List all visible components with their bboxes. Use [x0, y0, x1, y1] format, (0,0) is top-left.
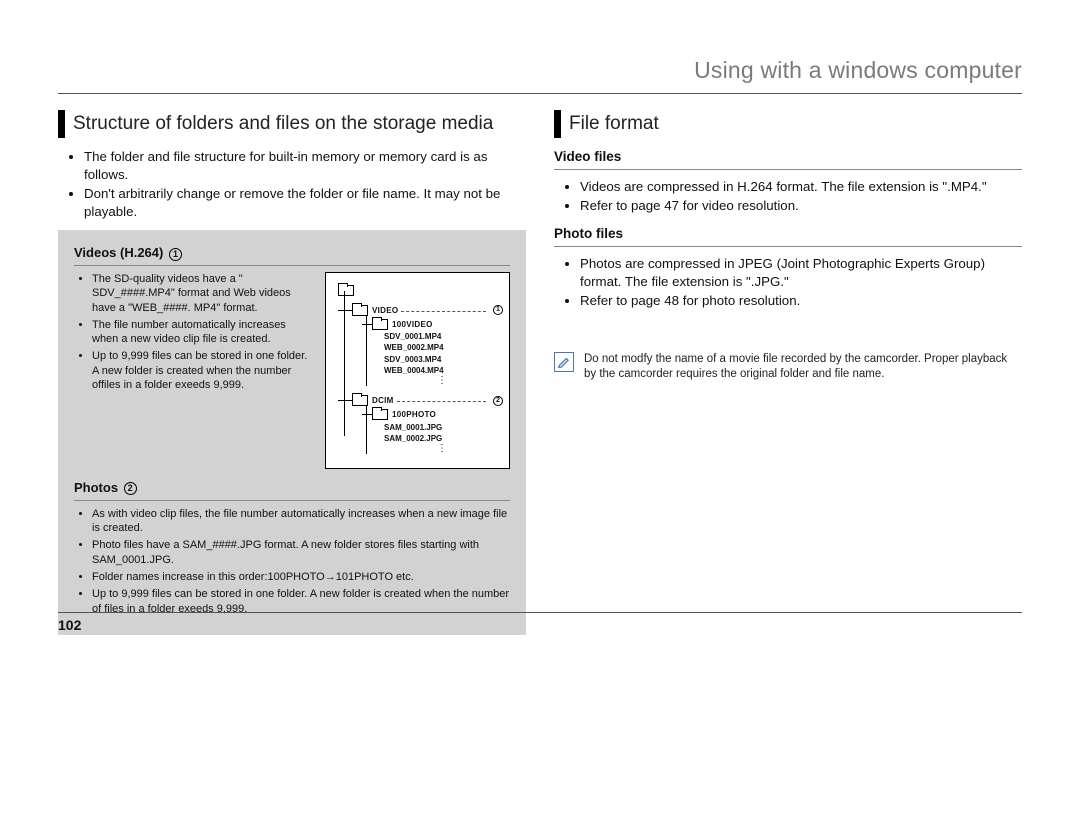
folder-icon: [352, 395, 368, 406]
intro-item: Don't arbitrarily change or remove the f…: [84, 185, 526, 221]
photo-files-heading: Photo files: [554, 225, 1022, 247]
note-icon: [554, 352, 574, 372]
video-bullet: Up to 9,999 files can be stored in one f…: [92, 349, 315, 392]
videos-bullets: The SD-quality videos have a " SDV_####.…: [74, 272, 315, 395]
footer-rule: [58, 612, 1022, 613]
left-section-title: Structure of folders and files on the st…: [58, 110, 526, 138]
note-text: Do not modfy the name of a movie file re…: [584, 352, 1022, 383]
left-column: Structure of folders and files on the st…: [58, 110, 526, 635]
photo-bullet: Photo files have a SAM_####.JPG format. …: [92, 538, 510, 567]
tree-video-label: VIDEO: [372, 305, 398, 316]
videos-heading-text: Videos (H.264): [74, 245, 163, 260]
video-files-item: Refer to page 47 for video resolution.: [580, 197, 1022, 215]
video-bullet: The SD-quality videos have a " SDV_####.…: [92, 272, 315, 315]
photos-bullets: As with video clip files, the file numbe…: [74, 507, 510, 616]
folder-icon: [372, 319, 388, 330]
tree-file: SDV_0001.MP4: [384, 331, 503, 342]
photo-files-item: Photos are compressed in JPEG (Joint Pho…: [580, 255, 1022, 291]
left-title-text: Structure of folders and files on the st…: [73, 110, 493, 138]
vertical-dots-icon: ⋮: [380, 444, 503, 458]
right-section-title: File format: [554, 110, 1022, 138]
tree-file: SAM_0001.JPG: [384, 422, 503, 433]
badge-1-icon: 1: [169, 248, 182, 261]
photos-heading: Photos 2: [74, 479, 510, 501]
photos-heading-text: Photos: [74, 480, 118, 495]
badge-2-icon: 2: [124, 482, 137, 495]
folder-icon: [352, 305, 368, 316]
tree-badge-2-icon: 2: [493, 396, 503, 406]
tree-file: SDV_0003.MP4: [384, 354, 503, 365]
videos-heading: Videos (H.264) 1: [74, 244, 510, 266]
structure-details-box: Videos (H.264) 1 The SD-quality videos h…: [58, 230, 526, 634]
photo-bullet: As with video clip files, the file numbe…: [92, 507, 510, 536]
video-files-list: Videos are compressed in H.264 format. T…: [554, 178, 1022, 215]
photo-bullet: Folder names increase in this order:100P…: [92, 570, 510, 584]
tree-100photo-label: 100PHOTO: [392, 409, 436, 420]
tree-file: WEB_0002.MP4: [384, 342, 503, 353]
folder-icon: [372, 409, 388, 420]
folder-tree-diagram: VIDEO 1 100VIDEO SDV_0001.MP4 WEB_0002.M…: [325, 272, 510, 469]
photo-files-list: Photos are compressed in JPEG (Joint Pho…: [554, 255, 1022, 310]
video-bullet: The file number automatically increases …: [92, 318, 315, 347]
page-header: Using with a windows computer: [58, 55, 1022, 89]
header-rule: [58, 93, 1022, 94]
video-files-heading: Video files: [554, 148, 1022, 170]
note-block: Do not modfy the name of a movie file re…: [554, 352, 1022, 383]
tree-badge-1-icon: 1: [493, 305, 503, 315]
page-number: 102: [58, 616, 81, 635]
tree-dcim-label: DCIM: [372, 395, 394, 406]
manual-page: Using with a windows computer Structure …: [0, 0, 1080, 665]
tree-100video-label: 100VIDEO: [392, 319, 433, 330]
vertical-dots-icon: ⋮: [380, 376, 503, 390]
left-intro-list: The folder and file structure for built-…: [58, 148, 526, 221]
right-column: File format Video files Videos are compr…: [554, 110, 1022, 635]
photo-files-item: Refer to page 48 for photo resolution.: [580, 292, 1022, 310]
intro-item: The folder and file structure for built-…: [84, 148, 526, 184]
right-title-text: File format: [569, 110, 659, 138]
video-files-item: Videos are compressed in H.264 format. T…: [580, 178, 1022, 196]
